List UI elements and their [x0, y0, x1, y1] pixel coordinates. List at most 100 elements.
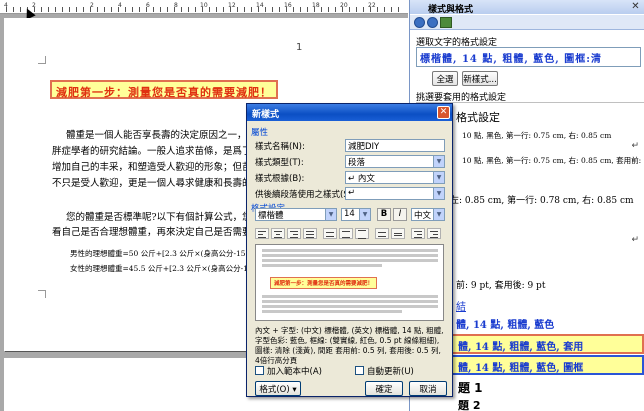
ruler-tick: [377, 7, 378, 12]
preview-filler: [262, 300, 438, 303]
cancel-button[interactable]: 取消: [409, 381, 447, 396]
ruler-tick: [286, 7, 287, 12]
one-half-spacing-button[interactable]: [339, 228, 353, 239]
format-list-item[interactable]: 體, 14 點, 粗體, 藍色: [456, 316, 554, 331]
close-icon[interactable]: ✕: [630, 1, 641, 12]
ruler-tick: [363, 7, 364, 12]
next-style-select[interactable]: ↵ ▼: [345, 187, 445, 200]
format-list-item[interactable]: 體, 14 點, 粗體, 藍色, 圖框: [446, 355, 644, 375]
ok-button[interactable]: 確定: [365, 381, 403, 396]
style-name-label: 樣式名稱(N):: [255, 142, 305, 152]
font-size-select[interactable]: 14 ▼: [341, 208, 371, 221]
align-right-button[interactable]: [287, 228, 301, 239]
document-paragraph[interactable]: 胖症學者的研究結論。一般人追求苗條，是爲了美: [52, 143, 261, 157]
ruler-tick: [97, 7, 98, 12]
ruler-tick: [153, 7, 154, 12]
indent-increase-button[interactable]: [427, 228, 441, 239]
ruler-tick: [167, 7, 168, 12]
format-list-item[interactable]: 10 點, 黑色, 第一行: 0.75 cm, 右: 0.85 cm: [462, 130, 611, 141]
document-paragraph[interactable]: 看自己是否合理想體重，再來決定自己是否需要: [52, 224, 252, 238]
select-all-button[interactable]: 全選: [432, 71, 458, 86]
format-list-item[interactable]: 題 1: [458, 379, 483, 396]
style-type-select[interactable]: 段落 ▼: [345, 155, 445, 168]
based-on-label: 樣式根據(B):: [255, 174, 305, 184]
document-headline[interactable]: 減肥第一步：測量您是否真的需要減肥！: [50, 80, 278, 99]
task-pane-nav: [410, 15, 644, 30]
crop-mark: [38, 290, 46, 298]
space-before-decrease-button[interactable]: [391, 228, 405, 239]
return-mark-icon: ↵: [631, 141, 639, 151]
ruler-tick: [104, 7, 105, 12]
format-list-item[interactable]: 題 2: [458, 397, 480, 411]
format-list-item[interactable]: 前: 9 pt, 套用後: 9 pt: [456, 278, 545, 291]
format-list-item[interactable]: 10 點, 黑色, 第一行: 0.75 cm, 右: 0.85 cm, 套用前:…: [462, 155, 644, 166]
ruler-tick: [223, 7, 224, 12]
ruler-tick: [335, 7, 336, 12]
formula-line[interactable]: 男性的理想體重=50 公斤+[2.3 公斤×(身高公分-152: [70, 248, 250, 259]
return-mark-icon: ↵: [631, 235, 639, 245]
ruler-tick: [279, 7, 280, 12]
single-spacing-button[interactable]: [323, 228, 337, 239]
format-list-item[interactable]: 體, 14 點, 粗體, 藍色, 套用: [446, 334, 644, 354]
ruler-tick: [111, 7, 112, 12]
add-to-template-checkbox[interactable]: [255, 366, 264, 375]
ruler-tick: [251, 7, 252, 12]
ruler-tick: [132, 7, 133, 12]
ruler-tick: [62, 7, 63, 12]
chevron-down-icon[interactable]: ▼: [325, 209, 336, 220]
font-value: 標楷體: [258, 211, 284, 221]
ruler-tick: [181, 7, 182, 12]
close-icon[interactable]: ✕: [437, 106, 450, 119]
preview-filler: [262, 264, 382, 267]
preview-filler: [262, 310, 402, 313]
format-list-item[interactable]: 結: [456, 298, 466, 313]
selected-format-box[interactable]: 標楷體, 14 點, 粗體, 藍色, 圖框:清: [416, 47, 641, 67]
back-icon[interactable]: [414, 17, 425, 28]
align-left-button[interactable]: [255, 228, 269, 239]
justify-button[interactable]: [303, 228, 317, 239]
chevron-down-icon[interactable]: ▼: [433, 188, 444, 199]
language-value: 中文: [414, 211, 432, 221]
ruler-tick: [237, 7, 238, 12]
document-paragraph[interactable]: 增加自己的丰采，和塑造受人歡迎的形象；但苗條: [52, 159, 261, 173]
chevron-down-icon[interactable]: ▼: [433, 209, 444, 220]
style-name-input[interactable]: 減肥DIY: [345, 139, 445, 152]
formula-line[interactable]: 女性的理想體重=45.5 公斤+[2.3 公斤×(身高公分-152: [70, 263, 257, 274]
space-before-increase-button[interactable]: [375, 228, 389, 239]
format-list-item[interactable]: 格式設定: [456, 109, 500, 125]
page-number: 1: [296, 42, 303, 53]
ruler-tick: [6, 7, 7, 12]
chevron-down-icon[interactable]: ▼: [359, 209, 370, 220]
indent-decrease-button[interactable]: [411, 228, 425, 239]
auto-update-checkbox[interactable]: [355, 366, 364, 375]
format-list-item[interactable]: 左: 0.85 cm, 第一行: 0.78 cm, 右: 0.85 cm: [450, 193, 634, 206]
ruler-tick: [20, 7, 21, 12]
chevron-down-icon[interactable]: ▼: [433, 156, 444, 167]
forward-icon[interactable]: [427, 17, 438, 28]
based-on-select[interactable]: ↵ 內文 ▼: [345, 171, 445, 184]
italic-button[interactable]: I: [393, 208, 407, 221]
document-paragraph[interactable]: 體重是一個人能否享長壽的決定原因之一，這是: [66, 127, 266, 141]
ruler-tick: [174, 7, 175, 12]
double-spacing-button[interactable]: [355, 228, 369, 239]
chevron-down-icon[interactable]: ▼: [433, 172, 444, 183]
home-icon[interactable]: [440, 17, 452, 28]
new-style-button[interactable]: 新樣式...: [462, 71, 498, 86]
document-paragraph[interactable]: 不只是受人歡迎，更是一個人尋求健康和長壽的必: [52, 175, 261, 189]
align-center-button[interactable]: [271, 228, 285, 239]
crop-mark: [38, 56, 46, 64]
font-select[interactable]: 標楷體 ▼: [255, 208, 337, 221]
ruler-tick: [195, 7, 196, 12]
ruler-tick: [384, 7, 385, 12]
ruler-tick: [244, 7, 245, 12]
preview-filler: [262, 305, 438, 308]
ruler-tick: [398, 7, 399, 12]
horizontal-ruler[interactable]: 4 2 2 4 6 8 10 12 14 16 18 20 22: [0, 0, 408, 14]
bold-button[interactable]: B: [377, 208, 391, 221]
task-pane-title: 樣式與格式: [410, 0, 644, 15]
preview-filler: [262, 295, 438, 298]
document-paragraph[interactable]: 您的體重是否標準呢?以下有個計算公式，您不: [66, 209, 261, 223]
format-menu-button[interactable]: 格式(O) ▾: [255, 381, 301, 396]
ruler-tick: [356, 7, 357, 12]
language-select[interactable]: 中文 ▼: [411, 208, 445, 221]
